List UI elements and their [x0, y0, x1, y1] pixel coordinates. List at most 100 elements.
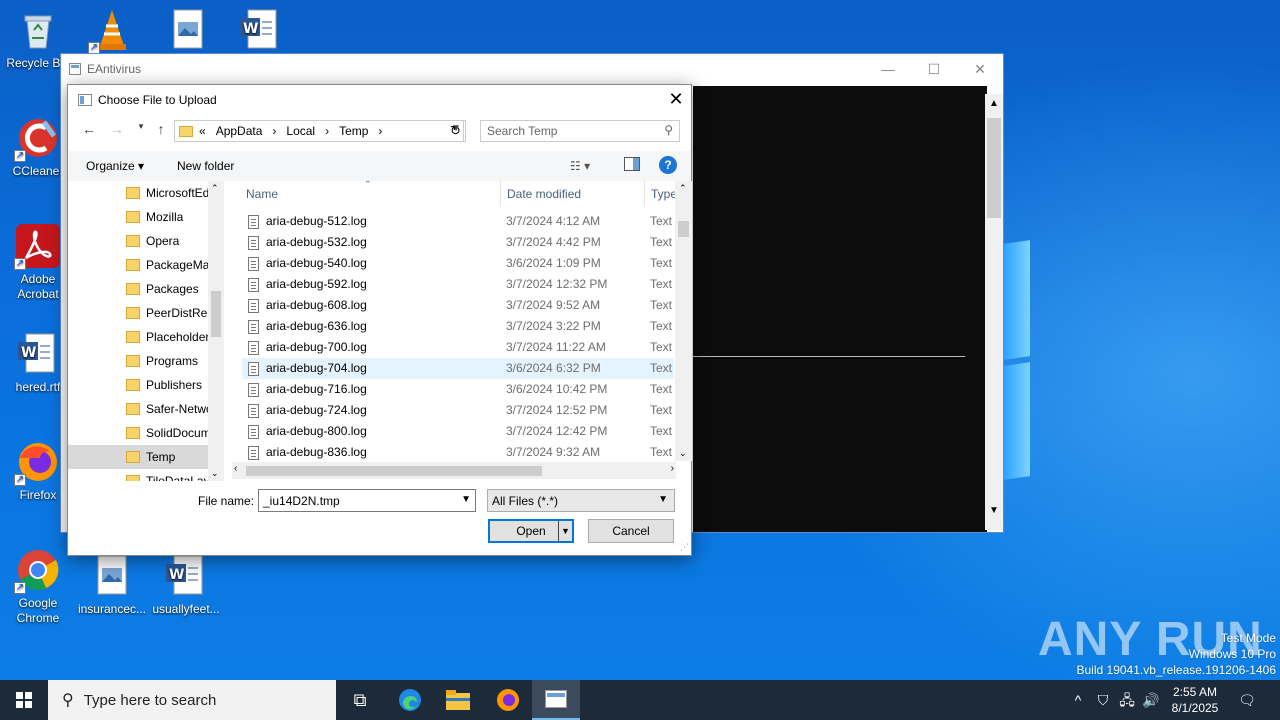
chevron-left-icon[interactable]: ‹ [234, 463, 237, 474]
nav-pane-folder[interactable]: Temp [68, 445, 224, 469]
network-icon[interactable]: 🖧 [1116, 680, 1138, 720]
open-button[interactable]: Open ▼ [488, 519, 574, 543]
file-type-select[interactable]: All Files (*.*) ▼ [487, 489, 675, 512]
organize-button[interactable]: Organize ▾ [86, 159, 144, 173]
nav-pane-folder[interactable]: Programs [68, 349, 224, 373]
scroll-thumb[interactable] [678, 221, 689, 237]
maximize-button[interactable]: ☐ [911, 54, 957, 84]
file-explorer-icon[interactable] [434, 680, 482, 720]
resize-grip-icon[interactable]: ⋰ [680, 542, 689, 553]
clock-date: 8/1/2025 [1171, 701, 1219, 715]
address-bar[interactable]: « AppData › Local › Temp › ▼ [174, 120, 464, 142]
file-row[interactable]: aria-debug-636.log 3/7/2024 3:22 PM Text [242, 316, 674, 337]
file-row[interactable]: aria-debug-836.log 3/7/2024 9:32 AM Text [242, 442, 674, 463]
desktop-icon-word-document[interactable]: W [222, 8, 298, 56]
chevron-up-icon[interactable]: ▲ [989, 98, 999, 109]
breadcrumb-local[interactable]: Local [286, 124, 315, 138]
chevron-down-icon[interactable]: ⌄ [679, 448, 687, 459]
scroll-thumb[interactable] [211, 291, 221, 337]
file-row[interactable]: aria-debug-716.log 3/6/2024 10:42 PM Text [242, 379, 674, 400]
file-row[interactable]: aria-debug-724.log 3/7/2024 12:52 PM Text [242, 400, 674, 421]
navigation-pane: MicrosoftEd Mozilla Opera PackageMa Packages… [68, 181, 224, 481]
column-header-name[interactable]: Name [246, 187, 278, 201]
start-button[interactable] [0, 680, 48, 720]
breadcrumb-overflow[interactable]: « [199, 124, 206, 138]
forward-arrow-icon[interactable]: → [106, 121, 128, 141]
minimize-button[interactable]: — [865, 54, 911, 84]
nav-pane-folder[interactable]: SolidDocum [68, 421, 224, 445]
task-view-icon[interactable]: ⧉ [336, 680, 384, 720]
file-row[interactable]: aria-debug-532.log 3/7/2024 4:42 PM Text [242, 232, 674, 253]
desktop-icon-image-file[interactable] [150, 8, 226, 56]
taskbar-search-box[interactable]: ⚲ Type here to search [48, 680, 336, 720]
preview-pane-icon[interactable] [624, 157, 640, 174]
search-input[interactable]: Search Temp ⚲ [480, 120, 680, 142]
column-header-type[interactable]: Type [651, 187, 677, 201]
nav-pane-folder[interactable]: PackageMa [68, 253, 224, 277]
help-icon[interactable]: ? [659, 156, 677, 174]
nav-pane-folder[interactable]: Packages [68, 277, 224, 301]
open-dropdown-icon[interactable]: ▼ [558, 521, 572, 541]
dialog-titlebar[interactable]: Choose File to Upload [68, 85, 691, 115]
up-arrow-icon[interactable]: ↑ [150, 121, 172, 141]
desktop-icon-google-chrome[interactable]: ↗ Google Chrome [0, 548, 76, 626]
chevron-right-icon[interactable]: › [671, 463, 674, 474]
app-scrollbar[interactable]: ▲ ▼ [985, 94, 1003, 530]
breadcrumb-temp[interactable]: Temp [339, 124, 368, 138]
nav-pane-folder[interactable]: Mozilla [68, 205, 224, 229]
eantivirus-taskbar-icon[interactable] [532, 680, 580, 720]
eantivirus-titlebar[interactable]: EAntivirus [61, 54, 1003, 84]
file-row[interactable]: aria-debug-608.log 3/7/2024 9:52 AM Text [242, 295, 674, 316]
file-name-input[interactable]: _iu14D2N.tmp ▼ [258, 489, 476, 512]
nav-pane-folder-label: Packages [146, 282, 199, 296]
system-clock[interactable]: 2:55 AM 8/1/2025 [1160, 684, 1230, 716]
chevron-down-icon[interactable]: ▼ [989, 505, 999, 516]
nav-pane-folder[interactable]: Opera [68, 229, 224, 253]
chevron-up-icon[interactable]: ⌃ [211, 183, 219, 194]
desktop-icon-vlc[interactable]: ↗ [74, 8, 150, 56]
nav-pane-folder[interactable]: Placeholder [68, 325, 224, 349]
refresh-icon[interactable]: ↻ [446, 120, 466, 142]
security-tray-icon[interactable]: ⛉ [1092, 680, 1114, 720]
taskbar: ⚲ Type here to search ⧉ ^ ⛉ 🖧 🔊 2:55 AM … [0, 680, 1280, 720]
back-arrow-icon[interactable]: ← [78, 121, 100, 141]
taskbar-search-placeholder: Type here to search [83, 691, 217, 709]
file-row[interactable]: aria-debug-700.log 3/7/2024 11:22 AM Text [242, 337, 674, 358]
nav-pane-folder[interactable]: Publishers [68, 373, 224, 397]
column-header-date-modified[interactable]: Date modified [507, 187, 581, 201]
nav-pane-folder[interactable]: Safer-Netwo [68, 397, 224, 421]
file-row[interactable]: aria-debug-704.log 3/6/2024 6:32 PM Text [242, 358, 674, 379]
recent-locations-chevron-icon[interactable]: ▾ [130, 121, 152, 141]
close-button[interactable]: ✕ [957, 54, 1003, 84]
firefox-icon: ↗ [14, 440, 60, 486]
file-list-horizontal-scrollbar[interactable]: ‹ › [232, 462, 676, 479]
chevron-up-icon[interactable]: ⌃ [679, 183, 687, 194]
text-file-icon [248, 278, 259, 292]
nav-pane-folder[interactable]: PeerDistRep [68, 301, 224, 325]
dialog-close-button[interactable]: ✕ [661, 85, 691, 115]
firefox-taskbar-icon[interactable] [484, 680, 532, 720]
file-list-vertical-scrollbar[interactable]: ⌃ ⌄ [675, 181, 692, 461]
chevron-down-icon[interactable]: ⌄ [211, 468, 219, 479]
desktop-icon-usuallyfeet-file[interactable]: W usuallyfeet... [148, 554, 224, 617]
edge-icon[interactable] [386, 680, 434, 720]
file-row[interactable]: aria-debug-592.log 3/7/2024 12:32 PM Text [242, 274, 674, 295]
chevron-down-icon[interactable]: ▼ [461, 494, 471, 505]
file-type-value: All Files (*.*) [492, 494, 559, 508]
file-row[interactable]: aria-debug-512.log 3/7/2024 4:12 AM Text [242, 211, 674, 232]
breadcrumb-appdata[interactable]: AppData [216, 124, 263, 138]
action-center-icon[interactable]: 🗨 [1234, 680, 1260, 720]
nav-pane-scrollbar[interactable]: ⌃ ⌄ [208, 181, 224, 481]
show-hidden-icons-chevron-icon[interactable]: ^ [1068, 680, 1088, 720]
nav-pane-folder[interactable]: MicrosoftEd [68, 181, 224, 205]
scroll-thumb[interactable] [246, 466, 542, 476]
new-folder-button[interactable]: New folder [177, 159, 234, 173]
nav-pane-folder[interactable]: TileDataLay [68, 469, 224, 481]
volume-icon[interactable]: 🔊 [1140, 680, 1162, 720]
cancel-button[interactable]: Cancel [588, 519, 674, 543]
file-row[interactable]: aria-debug-540.log 3/6/2024 1:09 PM Text [242, 253, 674, 274]
file-row[interactable]: aria-debug-800.log 3/7/2024 12:42 PM Text [242, 421, 674, 442]
desktop-icon-insurance-file[interactable]: insurancec... [74, 554, 150, 617]
view-options-icon[interactable]: ☷ ▾ [570, 159, 590, 173]
scroll-thumb[interactable] [987, 118, 1001, 218]
